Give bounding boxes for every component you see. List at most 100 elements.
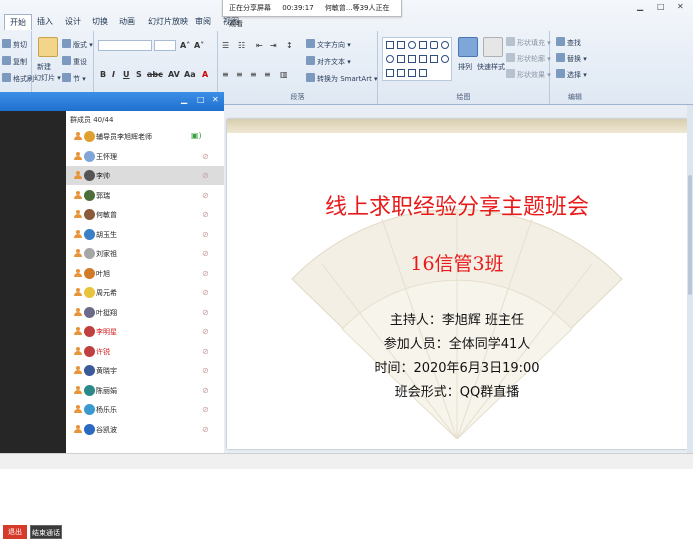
maximize-icon[interactable]: □ [657,2,665,11]
member-row[interactable]: 何敏曾 ⊘ [66,205,224,224]
qq-close-icon[interactable]: ✕ [212,95,219,104]
change-case-icon[interactable]: Aa [184,70,196,79]
mic-muted-icon[interactable]: ⊘ [202,386,209,395]
shape-pentagon-icon[interactable] [386,55,394,63]
align-right-icon[interactable]: ≡ [250,70,257,79]
bullets-icon[interactable]: ☰ [222,41,229,50]
grow-font-icon[interactable]: A˄ [180,41,190,50]
shape-square-icon[interactable] [419,41,427,49]
shape-rect-icon[interactable] [397,41,405,49]
member-row[interactable]: 黄晓宇 ⊘ [66,361,224,380]
mic-muted-icon[interactable]: ⊘ [202,210,209,219]
member-row[interactable]: 王怀理 ⊘ [66,147,224,166]
align-left-icon[interactable]: ≡ [222,70,229,79]
mic-muted-icon[interactable]: ⊘ [202,308,209,317]
shape-heptagon-icon[interactable] [386,69,394,77]
shape-oval-icon[interactable] [408,41,416,49]
font-size-dropdown[interactable] [154,40,176,51]
increase-indent-icon[interactable]: ⇥ [270,41,277,50]
replace-button[interactable]: 替换 ▾ [556,53,587,64]
align-text-button[interactable]: 对齐文本 ▾ [306,56,351,67]
tab-transitions[interactable]: 切换 [87,14,113,30]
align-center-icon[interactable]: ≡ [236,70,243,79]
font-name-dropdown[interactable] [98,40,152,51]
shadow-icon[interactable]: S [136,70,142,79]
mic-muted-icon[interactable]: ⊘ [202,249,209,258]
member-row[interactable]: 叶旭 ⊘ [66,264,224,283]
shape-star-icon[interactable] [441,55,449,63]
slide-host-line[interactable]: 主持人：李旭辉 班主任 [227,309,687,328]
bold-icon[interactable]: B [100,70,106,79]
new-slide-button[interactable]: 新建 [37,62,51,72]
mic-muted-icon[interactable]: ⊘ [202,171,209,180]
arrange-icon[interactable] [458,37,478,57]
shape-circle-icon[interactable] [441,41,449,49]
vertical-scrollbar[interactable] [687,105,693,453]
slide-title[interactable]: 线上求职经验分享主题班会 [227,189,687,221]
tab-home[interactable]: 开始 [4,14,32,30]
new-slide-icon[interactable] [38,37,58,57]
new-slide-dropdown[interactable]: 幻灯片 ▾ [34,73,61,83]
member-row[interactable]: 周元希 ⊘ [66,283,224,302]
decrease-indent-icon[interactable]: ⇤ [256,41,263,50]
shape-outline-button[interactable]: 形状轮廓 ▾ [506,53,551,64]
numbering-icon[interactable]: ☷ [238,41,245,50]
columns-icon[interactable]: ▥ [280,70,288,79]
member-row[interactable]: 郭瑞 ⊘ [66,186,224,205]
strikethrough-icon[interactable]: abc [147,70,163,79]
copy-button[interactable]: 复制 [2,56,27,67]
slide-participants-line[interactable]: 参加人员：全体同学41人 [227,333,687,352]
underline-icon[interactable]: U [123,70,130,79]
section-button[interactable]: 节 ▾ [62,73,86,84]
shape-rounded-icon[interactable] [430,41,438,49]
mic-muted-icon[interactable]: ⊘ [202,191,209,200]
shape-elbow-icon[interactable] [408,55,416,63]
select-button[interactable]: 选择 ▾ [556,69,587,80]
qq-maximize-icon[interactable]: □ [197,95,205,104]
reset-button[interactable]: 重设 [62,56,87,67]
member-row[interactable]: 辅导员李旭辉老师 ▣) [66,127,224,146]
slide-subtitle[interactable]: 16信管3班 [227,249,687,276]
cut-button[interactable]: 剪切 [2,39,27,50]
mic-muted-icon[interactable]: ⊘ [202,405,209,414]
mic-muted-icon[interactable]: ⊘ [202,152,209,161]
quick-styles-icon[interactable] [483,37,503,57]
shape-bracket-icon[interactable] [419,69,427,77]
member-row[interactable]: 陈丽娟 ⊘ [66,381,224,400]
shrink-font-icon[interactable]: A˅ [194,41,204,50]
close-icon[interactable]: ✕ [677,2,685,11]
shape-triangle-icon[interactable] [397,55,405,63]
tab-slideshow[interactable]: 幻灯片放映 [143,14,193,30]
mic-muted-icon[interactable]: ⊘ [202,347,209,356]
slide-time-line[interactable]: 时间：2020年6月3日19:00 [227,357,687,376]
mic-muted-icon[interactable]: ⊘ [202,230,209,239]
member-row[interactable]: 胡玉生 ⊘ [66,225,224,244]
mic-muted-icon[interactable]: ⊘ [202,327,209,336]
minimize-icon[interactable]: ▁ [637,2,645,11]
member-row[interactable]: 许锐 ⊘ [66,342,224,361]
qq-minimize-icon[interactable]: ▁ [181,95,187,104]
tab-insert[interactable]: 插入 [32,14,58,30]
quick-styles-button[interactable]: 快速样式 [477,62,505,72]
shape-curve-icon[interactable] [397,69,405,77]
font-color-icon[interactable]: A [202,70,208,79]
arrange-button[interactable]: 排列 [458,62,472,72]
shape-effects-button[interactable]: 形状效果 ▾ [506,69,551,80]
smartart-button[interactable]: 转换为 SmartArt ▾ [306,73,378,84]
shape-textbox-icon[interactable] [386,41,394,49]
tab-review[interactable]: 审阅 [190,14,216,30]
member-row[interactable]: 谷凯波 ⊘ [66,420,224,439]
mic-muted-icon[interactable]: ⊘ [202,425,209,434]
char-spacing-icon[interactable]: AV [168,70,180,79]
format-painter-button[interactable]: 格式刷 [2,73,34,84]
shape-fill-button[interactable]: 形状填充 ▾ [506,37,551,48]
shape-wave-icon[interactable] [408,69,416,77]
layout-button[interactable]: 版式 ▾ [62,39,93,50]
shape-arrow-icon[interactable] [419,55,427,63]
member-row[interactable]: 李帅 ⊘ [66,166,224,185]
find-button[interactable]: 查找 [556,37,581,48]
line-spacing-icon[interactable]: ↕ [286,41,293,50]
member-row[interactable]: 叶挺翔 ⊘ [66,303,224,322]
member-row[interactable]: 刘家祖 ⊘ [66,244,224,263]
mic-muted-icon[interactable]: ⊘ [202,366,209,375]
